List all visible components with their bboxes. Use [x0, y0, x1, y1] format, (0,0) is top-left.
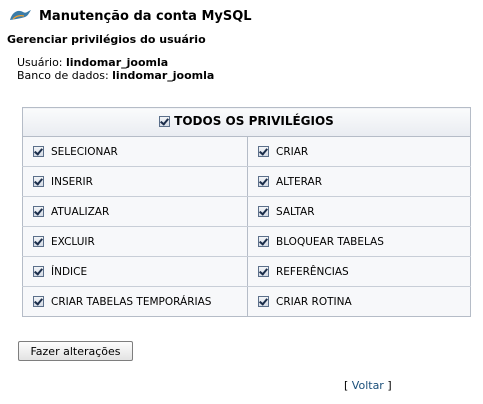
privilege-checkbox-indice[interactable]	[33, 266, 44, 277]
privilege-label: CRIAR	[276, 145, 309, 158]
all-privileges-header: TODOS OS PRIVILÉGIOS	[22, 107, 471, 137]
privilege-label: SELECIONAR	[51, 145, 118, 158]
mysql-logo-icon	[10, 10, 31, 20]
privilege-checkbox-selecionar[interactable]	[33, 146, 44, 157]
back-link[interactable]: Voltar	[352, 379, 384, 392]
privilege-row: ÍNDICE REFERÊNCIAS	[22, 256, 471, 287]
privilege-label: REFERÊNCIAS	[276, 265, 349, 278]
privilege-row: EXCLUIR BLOQUEAR TABELAS	[22, 226, 471, 257]
privilege-label: ATUALIZAR	[51, 205, 110, 218]
database-info: Banco de dados: lindomar_joomla	[17, 69, 214, 82]
privilege-label: BLOQUEAR TABELAS	[276, 235, 384, 248]
back-bracket-open: [	[344, 379, 349, 392]
privilege-checkbox-saltar[interactable]	[258, 206, 269, 217]
privilege-checkbox-bloquear-tabelas[interactable]	[258, 236, 269, 247]
privilege-checkbox-criar[interactable]	[258, 146, 269, 157]
database-label: Banco de dados:	[17, 69, 109, 82]
privilege-label: SALTAR	[276, 205, 315, 218]
page-header: Manutenção da conta MySQL	[7, 5, 252, 27]
privilege-label: EXCLUIR	[51, 235, 95, 248]
privilege-row: SELECIONAR CRIAR	[22, 136, 471, 167]
privilege-checkbox-criar-rotina[interactable]	[258, 296, 269, 307]
user-value: lindomar_joomla	[66, 56, 169, 69]
privilege-row: INSERIR ALTERAR	[22, 166, 471, 197]
privilege-row: CRIAR TABELAS TEMPORÁRIAS CRIAR ROTINA	[22, 286, 471, 317]
privilege-checkbox-alterar[interactable]	[258, 176, 269, 187]
privilege-checkbox-criar-tabelas-temporarias[interactable]	[33, 296, 44, 307]
back-link-container: [ Voltar ]	[344, 379, 392, 392]
privilege-label: CRIAR TABELAS TEMPORÁRIAS	[51, 295, 212, 308]
back-bracket-close: ]	[387, 379, 392, 392]
database-value: lindomar_joomla	[112, 69, 215, 82]
privilege-label: INSERIR	[51, 175, 93, 188]
privileges-table: TODOS OS PRIVILÉGIOS SELECIONAR CRIAR IN…	[22, 107, 471, 317]
user-label: Usuário:	[17, 56, 63, 69]
privilege-checkbox-inserir[interactable]	[33, 176, 44, 187]
privilege-checkbox-referencias[interactable]	[258, 266, 269, 277]
page-title: Manutenção da conta MySQL	[39, 8, 252, 24]
privilege-label: ALTERAR	[276, 175, 322, 188]
all-privileges-label: TODOS OS PRIVILÉGIOS	[174, 114, 334, 129]
privilege-checkbox-atualizar[interactable]	[33, 206, 44, 217]
all-privileges-checkbox[interactable]	[159, 115, 171, 127]
section-subtitle: Gerenciar privilégios do usuário	[7, 33, 206, 46]
save-changes-button[interactable]: Fazer alterações	[18, 341, 133, 361]
privilege-checkbox-excluir[interactable]	[33, 236, 44, 247]
privilege-label: ÍNDICE	[51, 265, 88, 278]
user-info: Usuário: lindomar_joomla	[17, 56, 168, 69]
privilege-row: ATUALIZAR SALTAR	[22, 196, 471, 227]
privilege-label: CRIAR ROTINA	[276, 295, 352, 308]
